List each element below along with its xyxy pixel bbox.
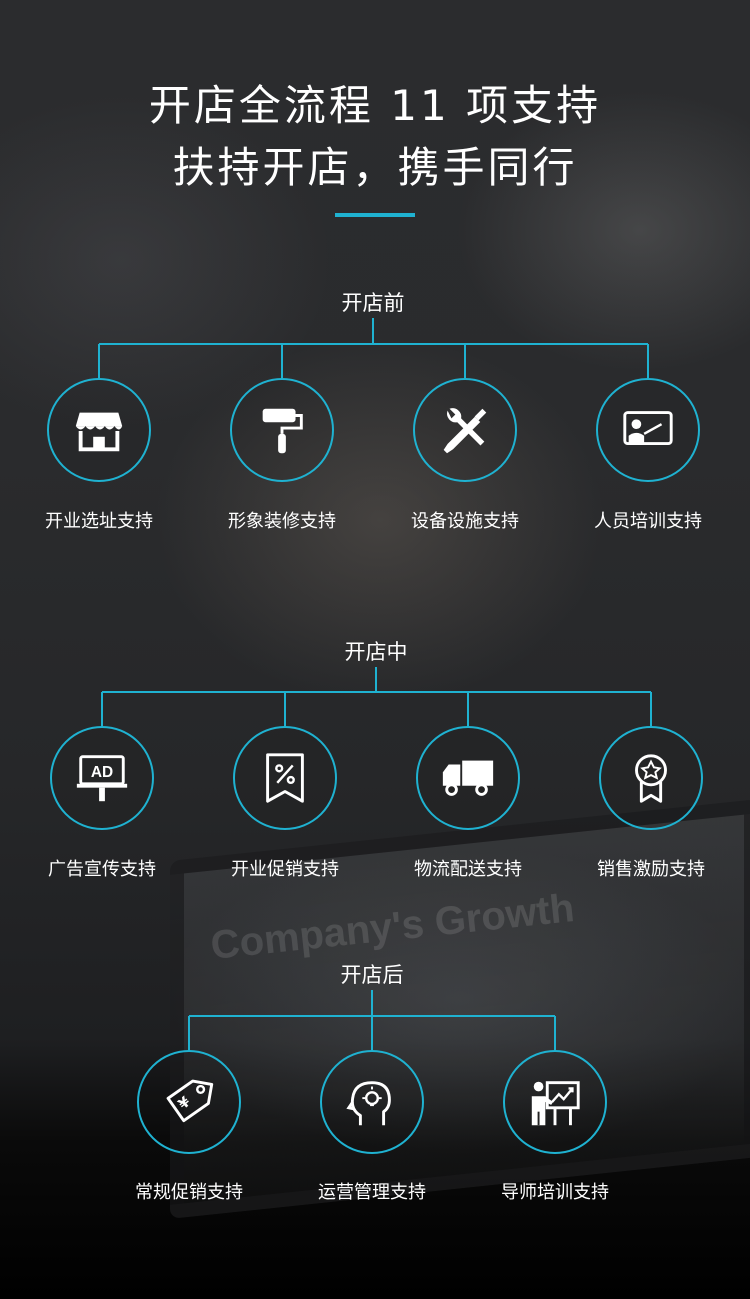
node-advertising: AD xyxy=(50,726,154,830)
node-regular-promotion: ¥ xyxy=(137,1050,241,1154)
price-tag-icon: ¥ xyxy=(166,1079,214,1123)
node-label: 物流配送支持 xyxy=(414,859,522,880)
node-label: 开业促销支持 xyxy=(231,859,339,880)
storefront-icon xyxy=(75,412,123,452)
section-label-after: 开店后 xyxy=(340,963,404,987)
node-equipment xyxy=(413,378,517,482)
page: Company's Growth 开店全流程 11 项支持 扶持开店，携手同行 … xyxy=(0,0,750,1299)
node-label: 常规促销支持 xyxy=(135,1182,243,1203)
discount-tag-icon xyxy=(266,753,304,803)
node-label: 形象装修支持 xyxy=(228,511,336,532)
head-lightbulb-icon xyxy=(346,1081,391,1126)
node-label: 导师培训支持 xyxy=(501,1182,609,1203)
node-logistics xyxy=(416,726,520,830)
node-opening-promotion xyxy=(233,726,337,830)
node-label: 广告宣传支持 xyxy=(48,859,156,880)
mentor-chart-icon xyxy=(531,1081,580,1126)
node-operations xyxy=(320,1050,424,1154)
node-site-selection xyxy=(47,378,151,482)
node-label: 销售激励支持 xyxy=(597,859,705,880)
node-staff-training xyxy=(596,378,700,482)
node-label: 人员培训支持 xyxy=(594,511,702,532)
node-mentor-training xyxy=(503,1050,607,1154)
presentation-board-icon xyxy=(623,411,673,445)
node-decoration xyxy=(230,378,334,482)
paint-roller-icon xyxy=(262,408,303,454)
delivery-truck-icon xyxy=(442,760,494,796)
svg-text:AD: AD xyxy=(91,764,113,781)
wrench-screwdriver-icon xyxy=(443,408,487,454)
svg-text:¥: ¥ xyxy=(176,1094,194,1113)
ad-billboard-icon: AD xyxy=(76,755,128,802)
node-label: 运营管理支持 xyxy=(318,1182,426,1203)
section-label-during: 开店中 xyxy=(344,640,408,664)
node-label: 设备设施支持 xyxy=(411,511,519,532)
award-badge-icon xyxy=(635,754,667,803)
node-label: 开业选址支持 xyxy=(45,511,153,532)
node-sales-incentive xyxy=(599,726,703,830)
